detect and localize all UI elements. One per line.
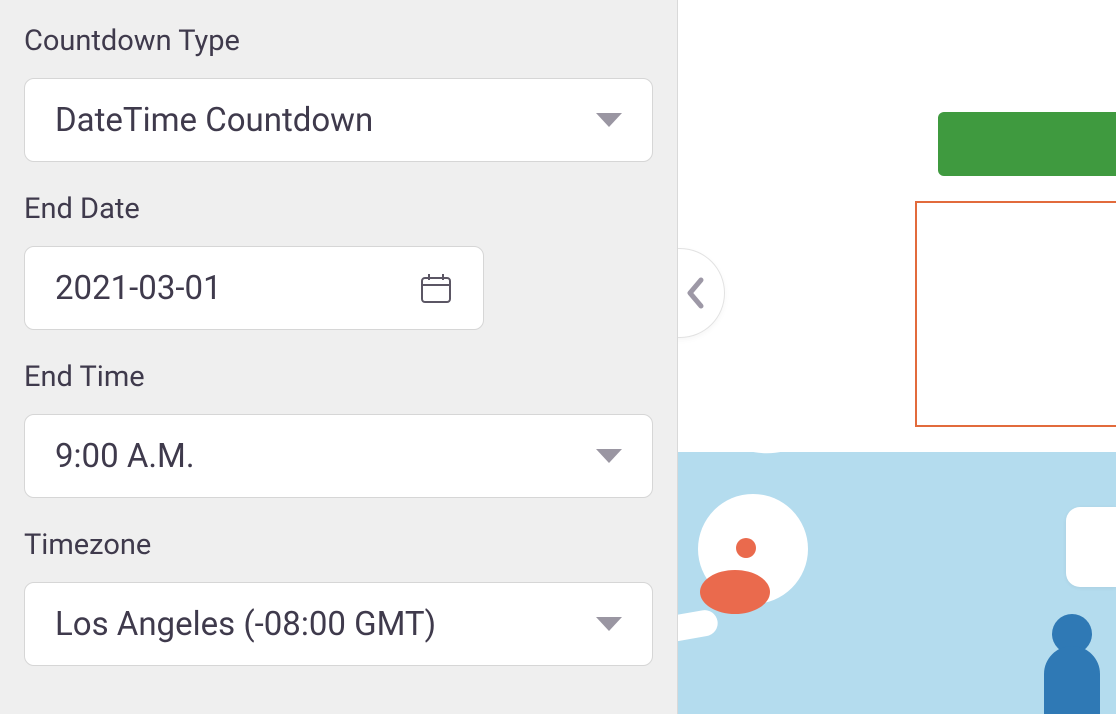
chevron-left-icon [684, 276, 706, 310]
chevron-down-icon [596, 447, 622, 465]
settings-panel: Countdown Type DateTime Countdown End Da… [0, 0, 678, 714]
preview-canvas [678, 0, 1116, 714]
countdown-type-label: Countdown Type [24, 24, 653, 58]
chevron-down-icon [596, 615, 622, 633]
preview-illustration-sky [678, 452, 1116, 714]
countdown-type-select[interactable]: DateTime Countdown [24, 78, 653, 162]
timezone-field: Timezone Los Angeles (-08:00 GMT) [24, 528, 653, 666]
preview-green-button [938, 112, 1116, 176]
end-time-label: End Time [24, 360, 653, 394]
timezone-value: Los Angeles (-08:00 GMT) [55, 605, 436, 644]
countdown-type-field: Countdown Type DateTime Countdown [24, 24, 653, 162]
countdown-type-value: DateTime Countdown [55, 101, 373, 140]
preview-bear-illustration [678, 474, 838, 674]
end-date-label: End Date [24, 192, 653, 226]
preview-white-card [1066, 507, 1116, 587]
chevron-down-icon [596, 111, 622, 129]
end-time-select[interactable]: 9:00 A.M. [24, 414, 653, 498]
preview-selected-element[interactable] [915, 201, 1116, 427]
timezone-label: Timezone [24, 528, 653, 562]
preview-person-illustration [1034, 614, 1104, 714]
end-date-field: End Date 2021-03-01 [24, 192, 653, 330]
end-time-value: 9:00 A.M. [55, 437, 195, 476]
end-time-field: End Time 9:00 A.M. [24, 360, 653, 498]
calendar-icon [419, 271, 453, 305]
timezone-select[interactable]: Los Angeles (-08:00 GMT) [24, 582, 653, 666]
end-date-input[interactable]: 2021-03-01 [24, 246, 484, 330]
end-date-value: 2021-03-01 [55, 269, 222, 308]
